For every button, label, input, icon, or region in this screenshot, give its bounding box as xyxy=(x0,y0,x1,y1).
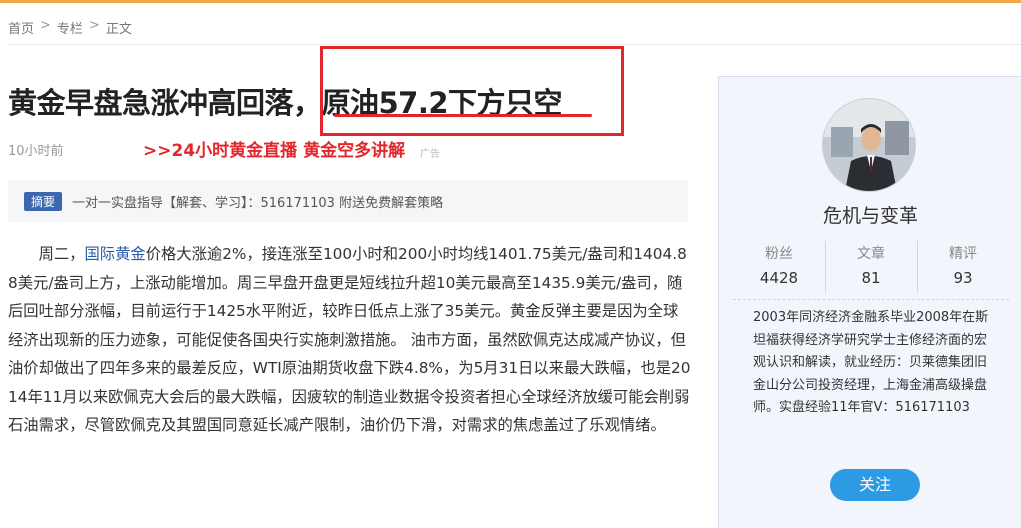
ad-link[interactable]: >>24小时黄金直播 黄金空多讲解 xyxy=(143,136,405,161)
breadcrumb-column[interactable]: 专栏 xyxy=(57,18,83,37)
highlight-box-annotation xyxy=(320,46,624,136)
publish-time: 10小时前 xyxy=(8,144,64,159)
author-avatar[interactable] xyxy=(823,99,915,191)
breadcrumb-current: 正文 xyxy=(105,22,132,37)
stat-label: 粉丝 xyxy=(765,246,793,262)
highlight-underline-annotation xyxy=(334,114,592,117)
gold-link[interactable]: 国际黄金 xyxy=(85,245,146,263)
article-body: 周二，国际黄金价格大涨逾2%，接连涨至100小时和200小时均线1401.75美… xyxy=(8,240,692,440)
breadcrumb: 首页 > 专栏 > 正文 xyxy=(8,18,132,37)
stat-fans: 粉丝 4428 xyxy=(733,239,825,295)
ad-tag: 广告 xyxy=(420,149,440,160)
stat-comments: 精评 93 xyxy=(917,239,1009,295)
author-card: 危机与变革 粉丝 4428 文章 81 精评 93 2003年同济经济金融系毕业… xyxy=(718,76,1021,528)
stat-label: 精评 xyxy=(949,246,977,262)
stat-label: 文章 xyxy=(857,246,885,262)
avatar-portrait-icon xyxy=(823,99,915,191)
breadcrumb-home[interactable]: 首页 xyxy=(8,18,34,37)
follow-button[interactable]: 关注 xyxy=(830,469,920,501)
top-accent-line xyxy=(0,0,1021,3)
summary-box: 摘要 一对一实盘指导【解套、学习】：516171103 附送免费解套策略 xyxy=(8,180,688,222)
author-bio: 2003年同济经济金融系毕业2008年在斯坦福获得经济学研究学士主修经济面的宏观… xyxy=(753,310,989,415)
summary-badge: 摘要 xyxy=(24,191,63,211)
stat-value: 4428 xyxy=(759,269,799,287)
body-intro: 周二， xyxy=(38,245,85,263)
breadcrumb-divider xyxy=(8,44,1021,45)
stat-value: 93 xyxy=(953,269,973,287)
breadcrumb-separator: > xyxy=(88,18,100,33)
author-name[interactable]: 危机与变革 xyxy=(719,201,1021,228)
summary-text: 一对一实盘指导【解套、学习】：516171103 附送免费解套策略 xyxy=(72,195,444,211)
stat-articles: 文章 81 xyxy=(825,239,917,295)
body-text: 价格大涨逾2%，接连涨至100小时和200小时均线1401.75美元/盎司和14… xyxy=(8,245,691,434)
card-divider xyxy=(733,299,1009,300)
stat-value: 81 xyxy=(861,269,881,287)
author-stats: 粉丝 4428 文章 81 精评 93 xyxy=(733,239,1009,295)
breadcrumb-separator: > xyxy=(40,18,51,33)
